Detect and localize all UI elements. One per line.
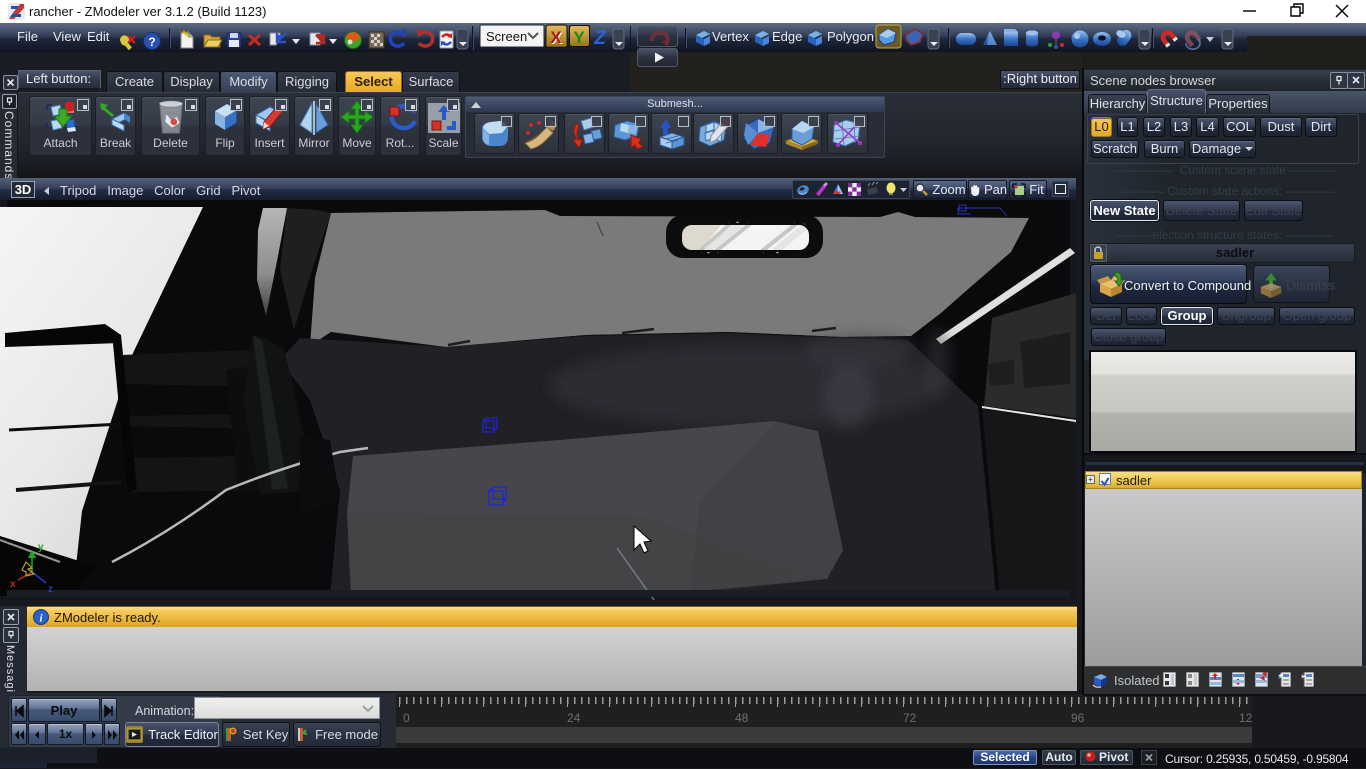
svg-text:X: X bbox=[550, 28, 562, 47]
svg-text:Y: Y bbox=[573, 28, 585, 47]
svg-text:x: x bbox=[10, 579, 16, 590]
svg-text:Screen: Screen bbox=[486, 29, 527, 44]
svg-text:?: ? bbox=[148, 35, 155, 49]
svg-text:Z: Z bbox=[593, 28, 607, 49]
svg-text:z: z bbox=[48, 584, 53, 595]
svg-text:y: y bbox=[38, 542, 44, 553]
